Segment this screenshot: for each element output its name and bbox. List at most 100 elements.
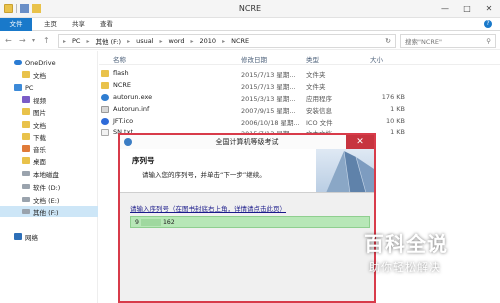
address-bar[interactable]: ▸ PC ▸ 其他 (F:) ▸ usual ▸ word ▸ 2010 ▸ N… [58,34,396,48]
dialog-close-button[interactable]: ✕ [346,135,374,149]
folder-icon [22,121,30,128]
nav-item-label: 音乐 [33,145,46,154]
column-header-name[interactable]: 名称 [113,54,126,64]
file-size: 1 KB [390,105,405,113]
breadcrumb-separator: ▸ [159,37,163,45]
address-row: ← → ▾ ↑ ▸ PC ▸ 其他 (F:) ▸ usual ▸ word ▸ … [0,32,500,50]
minimize-button[interactable]: — [434,0,456,16]
back-arrow-icon[interactable]: ← [5,36,12,45]
breadcrumb-separator: ▸ [222,37,226,45]
nav-item-drive-f[interactable]: 其他 (F:) [0,206,98,217]
refresh-icon[interactable]: ↻ [385,37,391,45]
redaction-mask [140,218,161,226]
column-header-type[interactable]: 类型 [306,54,319,64]
column-header-date[interactable]: 修改日期 [241,54,267,64]
nav-item-label: PC [25,83,34,92]
ribbon: 文件 主页 共享 查看 ? [0,18,500,31]
file-date: 2015/3/13 星期... [241,95,296,103]
file-name: Autorun.inf [113,105,150,113]
tab-file[interactable]: 文件 [0,18,32,31]
inf-icon [101,106,109,113]
help-icon[interactable]: ? [484,20,492,28]
search-input[interactable]: 搜索"NCRE" ⚲ [400,34,496,48]
file-row[interactable]: autorun.exe 2015/3/13 星期... 应用程序 176 KB [99,92,500,103]
nav-item-label: OneDrive [25,58,56,67]
nav-item-drive-d[interactable]: 软件 (D:) [22,181,60,192]
nav-item-videos[interactable]: 视频 [22,94,46,105]
file-date: 2007/9/15 星期... [241,107,296,115]
file-list-header: 名称 修改日期 类型 大小 [99,51,500,65]
nav-item-label: 其他 (F:) [33,208,59,217]
serial-number-field[interactable]: 9 162 [130,216,370,228]
ico-icon [101,118,109,125]
file-row[interactable]: JFT.ico 2006/10/18 星期... ICO 文件 10 KB [99,116,500,127]
breadcrumb-drive[interactable]: 其他 (F:) [96,36,122,46]
nav-item-downloads[interactable]: 下载 [22,131,46,142]
breadcrumb-pc[interactable]: PC [72,37,80,45]
column-header-size[interactable]: 大小 [370,54,383,64]
folder-icon [22,157,30,164]
building-image [316,149,374,192]
forward-arrow-icon[interactable]: → [19,36,26,45]
nav-item-desktop[interactable]: 桌面 [22,155,46,166]
close-button[interactable]: ✕ [478,0,500,16]
nav-item-documents-2[interactable]: 文档 [22,119,46,130]
maximize-button[interactable]: □ [456,0,478,16]
up-arrow-icon[interactable]: ↑ [43,36,50,45]
file-type: ICO 文件 [306,119,333,127]
nav-item-label: 本地磁盘 [33,170,59,179]
music-icon [22,145,30,152]
nav-item-onedrive[interactable]: OneDrive [14,57,56,68]
file-size: 176 KB [381,93,405,101]
watermark: 百科全说 助你轻松解决 [344,222,500,303]
breadcrumb-separator: ▸ [86,37,90,45]
exe-icon [101,94,109,101]
breadcrumb-word[interactable]: word [169,37,185,45]
nav-item-label: 文档 [33,121,46,130]
nav-item-label: 下载 [33,133,46,142]
file-name: autorun.exe [113,93,153,101]
watermark-subtitle: 助你轻松解决 [369,261,441,274]
folder-icon: ▸ [63,37,67,45]
serial-number-link[interactable]: 请输入序列号（在图书封底右上角，详情请点击此页） [130,203,286,213]
breadcrumb-ncre[interactable]: NCRE [231,37,249,45]
file-row[interactable]: NCRE 2015/7/13 星期... 文件夹 [99,80,500,91]
nav-item-label: 桌面 [33,157,46,166]
network-icon [14,233,22,240]
search-icon[interactable]: ⚲ [486,37,491,45]
breadcrumb-2010[interactable]: 2010 [200,37,217,45]
serial-prefix: 9 [135,218,139,226]
nav-item-music[interactable]: 音乐 [22,143,46,154]
tab-share[interactable]: 共享 [64,18,93,31]
setup-dialog: 全国计算机等级考试 ✕ 序列号 请输入您的序列号，并单击“下一步”继续。 请输入… [118,133,376,303]
file-row[interactable]: flash 2015/7/13 星期... 文件夹 [99,68,500,79]
folder-icon [101,70,109,77]
nav-item-local-disk[interactable]: 本地磁盘 [22,168,59,179]
nav-item-label: 图片 [33,108,46,117]
drive-icon [22,184,30,189]
text-file-icon [101,129,109,136]
chevron-down-icon[interactable]: ▾ [32,37,35,44]
nav-item-label: 视频 [33,96,46,105]
breadcrumb-usual[interactable]: usual [136,37,153,45]
video-icon [22,96,30,103]
nav-item-pictures[interactable]: 图片 [22,106,46,117]
dialog-title-bar: 全国计算机等级考试 ✕ [120,135,374,149]
file-name: flash [113,69,129,77]
nav-item-network[interactable]: 网络 [14,231,38,242]
nav-item-label: 文档 (E:) [33,196,60,205]
watermark-title: 百科全说 [364,232,448,256]
tab-view[interactable]: 查看 [92,18,121,31]
file-type: 文件夹 [306,71,326,79]
tab-home[interactable]: 主页 [36,18,65,31]
nav-item-pc[interactable]: PC [14,82,33,93]
file-name: NCRE [113,81,132,89]
dialog-heading: 序列号 [132,156,155,165]
serial-suffix: 162 [162,218,175,226]
dialog-instructions: 请输入您的序列号，并单击“下一步”继续。 [142,171,266,179]
dialog-header: 序列号 请输入您的序列号，并单击“下一步”继续。 [120,149,374,193]
nav-item-documents[interactable]: 文档 [22,69,46,80]
nav-item-drive-e[interactable]: 文档 (E:) [22,194,59,205]
pc-icon [14,84,22,91]
file-row[interactable]: Autorun.inf 2007/9/15 星期... 安装信息 1 KB [99,104,500,115]
